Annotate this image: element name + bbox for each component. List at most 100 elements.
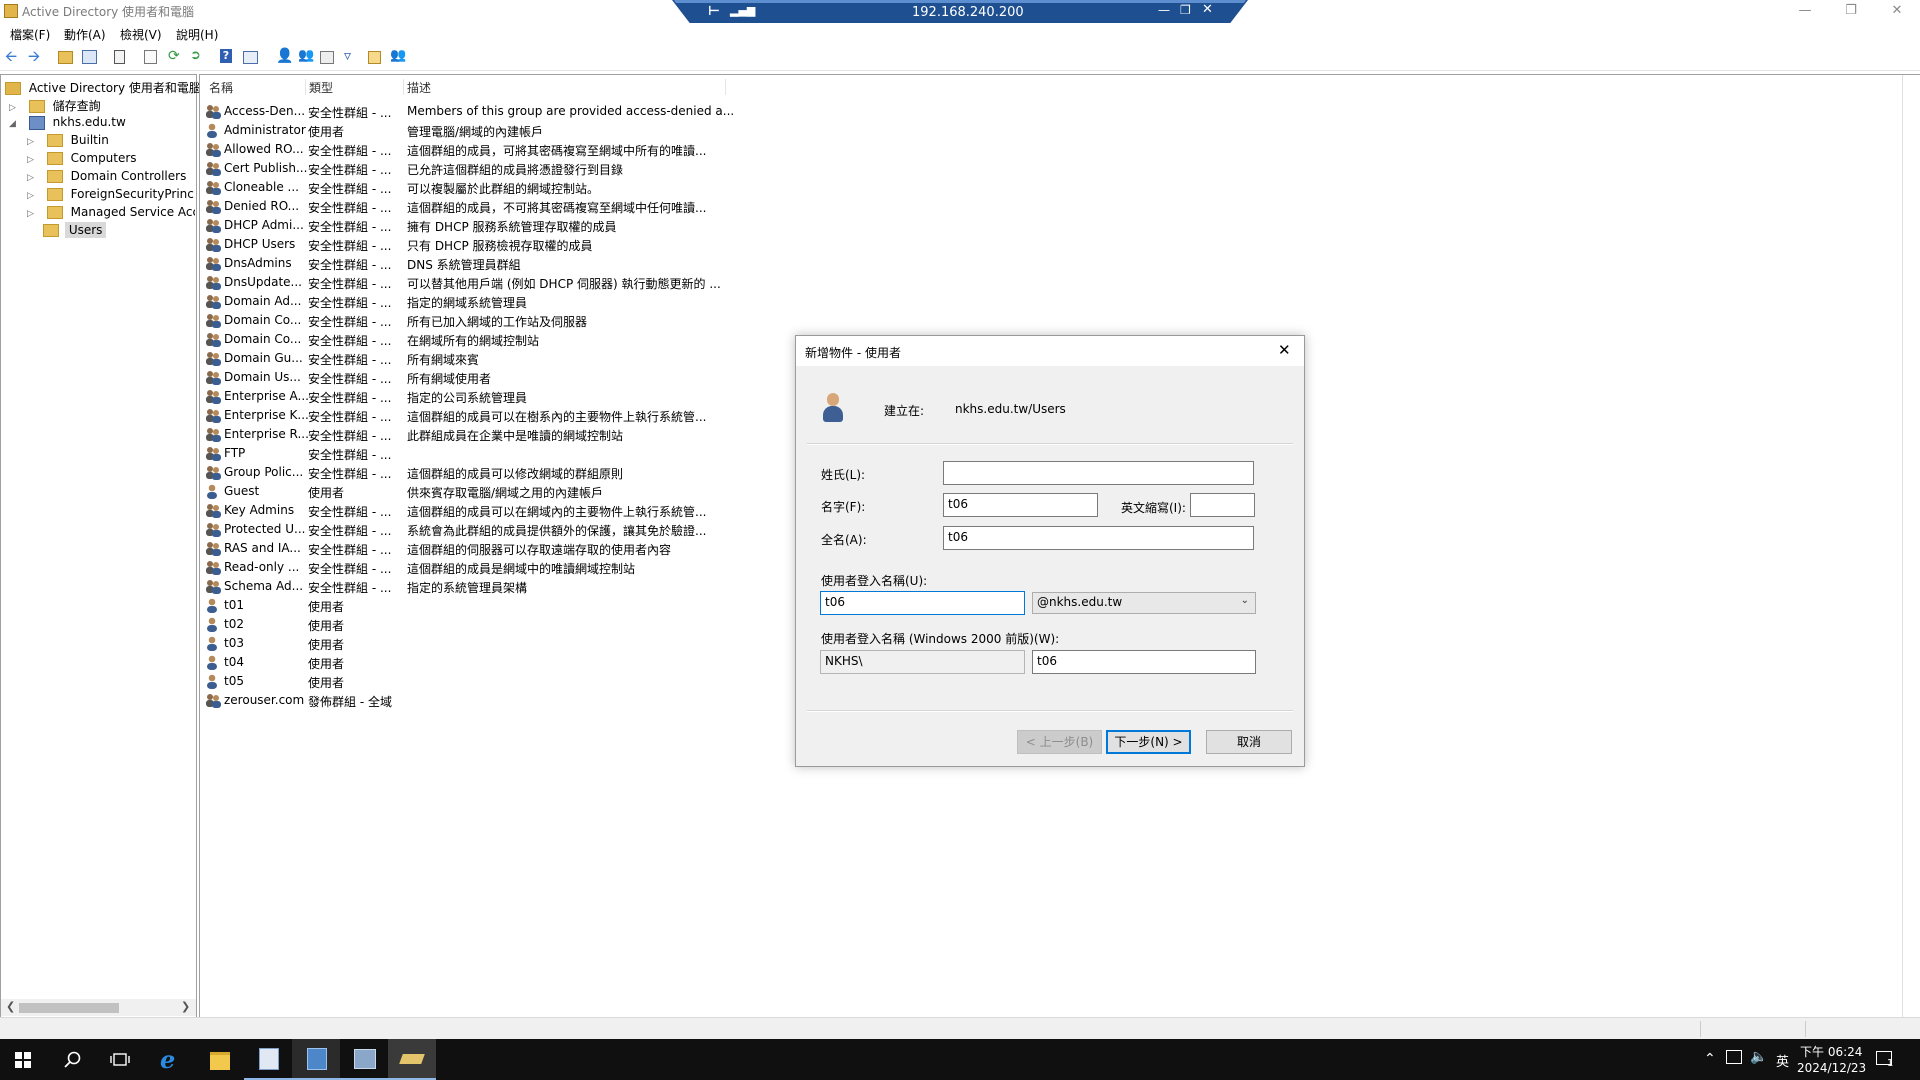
menu-action[interactable]: 動作(A) bbox=[64, 26, 106, 43]
pin-icon[interactable]: ⊢ bbox=[708, 4, 720, 19]
list-item[interactable]: Domain Ad... 安全性群組 - ... 指定的網域系統管理員 bbox=[205, 292, 765, 311]
list-item[interactable]: Allowed RO... 安全性群組 - ... 這個群組的成員，可將其密碼複寫至… bbox=[205, 140, 765, 159]
list-item[interactable]: t04 使用者 bbox=[205, 653, 765, 672]
list-item[interactable]: zerouser.com 發佈群組 - 全域 bbox=[205, 691, 765, 710]
menu-file[interactable]: 檔案(F) bbox=[10, 26, 50, 43]
next-button[interactable]: 下一步(N) > bbox=[1106, 730, 1191, 754]
ime-indicator[interactable]: 英 bbox=[1776, 1051, 1789, 1070]
taskbar-server-manager[interactable] bbox=[244, 1039, 292, 1080]
help-icon[interactable]: ? bbox=[220, 49, 232, 63]
tree-item-foreign-security-principals[interactable]: ▷ ForeignSecurityPrincipals bbox=[27, 187, 195, 205]
filter-icon[interactable]: ▿ bbox=[344, 48, 360, 64]
view-icon[interactable] bbox=[243, 51, 258, 64]
tree-root[interactable]: Active Directory 使用者和電腦 bbox=[5, 79, 201, 97]
column-header-type[interactable]: 類型 bbox=[305, 79, 404, 95]
list-item[interactable]: Administrator 使用者 管理電腦/網域的內建帳戶 bbox=[205, 121, 765, 140]
list-item[interactable]: Protected U... 安全性群組 - ... 系統會為此群組的成員提供額外的… bbox=[205, 520, 765, 539]
new-group-icon[interactable]: 👥 bbox=[298, 48, 314, 64]
search-button[interactable] bbox=[48, 1039, 96, 1080]
expand-icon[interactable]: ▷ bbox=[27, 155, 37, 165]
rdp-minimize-icon[interactable]: — bbox=[1158, 3, 1170, 17]
expand-icon[interactable]: ▷ bbox=[27, 191, 37, 201]
taskbar-rdp-app[interactable] bbox=[388, 1039, 436, 1080]
new-user-icon[interactable]: 👤 bbox=[276, 48, 293, 64]
rdp-close-icon[interactable]: ✕ bbox=[1202, 2, 1213, 17]
add-to-group-icon[interactable]: 👥 bbox=[390, 48, 406, 64]
full-name-field[interactable]: t06 bbox=[943, 526, 1254, 550]
last-name-field[interactable] bbox=[943, 461, 1254, 485]
find-icon[interactable] bbox=[368, 51, 381, 64]
network-icon[interactable] bbox=[1726, 1050, 1742, 1064]
list-item[interactable]: t03 使用者 bbox=[205, 634, 765, 653]
pre2000-logon-field[interactable]: t06 bbox=[1032, 650, 1256, 674]
list-item[interactable]: DnsAdmins 安全性群組 - ... DNS 系統管理員群組 bbox=[205, 254, 765, 273]
list-item[interactable]: FTP 安全性群組 - ... bbox=[205, 444, 765, 463]
list-item[interactable]: Domain Co... 安全性群組 - ... 所有已加入網域的工作站及伺服器 bbox=[205, 311, 765, 330]
scroll-right-icon[interactable]: ❯ bbox=[181, 1000, 190, 1013]
tree-item-users[interactable]: Users bbox=[43, 222, 107, 241]
restore-button[interactable]: ❐ bbox=[1828, 0, 1874, 22]
new-ou-icon[interactable] bbox=[320, 51, 334, 64]
list-item[interactable]: Domain Us... 安全性群組 - ... 所有網域使用者 bbox=[205, 368, 765, 387]
scrollbar-thumb[interactable] bbox=[19, 1003, 119, 1013]
list-item[interactable]: Denied RO... 安全性群組 - ... 這個群組的成員，不可將其密碼複寫至… bbox=[205, 197, 765, 216]
rdp-restore-icon[interactable]: ❐ bbox=[1180, 3, 1191, 17]
tree-item-managed-service-accounts[interactable]: ▷ Managed Service Accounts bbox=[27, 205, 195, 223]
expand-icon[interactable]: ▷ bbox=[27, 209, 37, 219]
taskbar-ad-users[interactable] bbox=[292, 1039, 340, 1080]
tree-item-domain[interactable]: ◢ nkhs.edu.tw bbox=[9, 115, 126, 133]
list-item[interactable]: Domain Co... 安全性群組 - ... 在網域所有的網域控制站 bbox=[205, 330, 765, 349]
taskbar-file-explorer[interactable] bbox=[196, 1039, 244, 1080]
column-header-name[interactable]: 名稱 bbox=[205, 79, 306, 95]
volume-icon[interactable]: 🔈 bbox=[1750, 1049, 1767, 1065]
list-item[interactable]: DHCP Admi... 安全性群組 - ... 擁有 DHCP 服務系統管理存取權… bbox=[205, 216, 765, 235]
column-header-description[interactable]: 描述 bbox=[403, 79, 726, 95]
tree-item-domain-controllers[interactable]: ▷ Domain Controllers bbox=[27, 169, 186, 187]
list-item[interactable]: Domain Gu... 安全性群組 - ... 所有網域來賓 bbox=[205, 349, 765, 368]
notification-button[interactable]: 1 bbox=[1874, 1047, 1898, 1071]
start-button[interactable] bbox=[0, 1039, 48, 1080]
clock-time[interactable]: 下午 06:24 bbox=[1800, 1043, 1862, 1060]
list-item[interactable]: Group Polic... 安全性群組 - ... 這個群組的成員可以修改網域的群… bbox=[205, 463, 765, 482]
list-item[interactable]: Access-Den... 安全性群組 - ... Members of this … bbox=[205, 102, 765, 121]
clock-date[interactable]: 2024/12/23 bbox=[1797, 1061, 1866, 1075]
list-item[interactable]: DnsUpdate... 安全性群組 - ... 可以替其他用戶端 (例如 DHCP… bbox=[205, 273, 765, 292]
expand-icon[interactable]: ▷ bbox=[9, 103, 19, 113]
tree-item-computers[interactable]: ▷ Computers bbox=[27, 151, 137, 169]
minimize-button[interactable]: — bbox=[1782, 0, 1828, 22]
cancel-button[interactable]: 取消 bbox=[1206, 730, 1292, 754]
list-item[interactable]: Read-only ... 安全性群組 - ... 這個群組的成員是網域中的唯讀網域… bbox=[205, 558, 765, 577]
list-item[interactable]: RAS and IA... 安全性群組 - ... 這個群組的伺服器可以存取遠端存取… bbox=[205, 539, 765, 558]
collapse-icon[interactable]: ◢ bbox=[9, 119, 19, 129]
expand-icon[interactable]: ▷ bbox=[27, 173, 37, 183]
list-item[interactable]: Key Admins 安全性群組 - ... 這個群組的成員可以在網域內的主要物件上… bbox=[205, 501, 765, 520]
properties-icon[interactable] bbox=[144, 50, 157, 64]
taskbar-network-app[interactable] bbox=[340, 1039, 388, 1080]
back-button[interactable]: < 上一步(B) bbox=[1017, 730, 1102, 754]
expand-icon[interactable]: ▷ bbox=[27, 137, 37, 147]
initials-field[interactable] bbox=[1190, 493, 1255, 517]
list-item[interactable]: t01 使用者 bbox=[205, 596, 765, 615]
menu-help[interactable]: 說明(H) bbox=[176, 26, 218, 43]
scroll-left-icon[interactable]: ❮ bbox=[6, 1000, 15, 1013]
list-item[interactable]: Schema Ad... 安全性群組 - ... 指定的系統管理員架構 bbox=[205, 577, 765, 596]
clipboard-icon[interactable] bbox=[114, 50, 125, 64]
export-icon[interactable]: ➲ bbox=[190, 48, 206, 64]
tree-item-saved-queries[interactable]: ▷ 儲存查詢 bbox=[9, 97, 101, 115]
list-item[interactable]: Guest 使用者 供來賓存取電腦/網域之用的內建帳戶 bbox=[205, 482, 765, 501]
list-item[interactable]: t02 使用者 bbox=[205, 615, 765, 634]
list-item[interactable]: Cloneable ... 安全性群組 - ... 可以複製屬於此群組的網域控制站。 bbox=[205, 178, 765, 197]
first-name-field[interactable]: t06 bbox=[943, 493, 1098, 517]
list-item[interactable]: t05 使用者 bbox=[205, 672, 765, 691]
up-folder-icon[interactable] bbox=[58, 51, 73, 64]
dialog-close-icon[interactable]: ✕ bbox=[1278, 341, 1291, 359]
back-icon[interactable]: 🡨 bbox=[5, 48, 21, 64]
list-item[interactable]: DHCP Users 安全性群組 - ... 只有 DHCP 服務檢視存取權的成員 bbox=[205, 235, 765, 254]
upn-suffix-select[interactable]: @nkhs.edu.tw ⌄ bbox=[1032, 592, 1256, 614]
list-item[interactable]: Enterprise K... 安全性群組 - ... 這個群組的成員可以在樹系內的… bbox=[205, 406, 765, 425]
logon-name-field[interactable]: t06 bbox=[820, 591, 1025, 615]
forward-icon[interactable]: 🡪 bbox=[28, 48, 44, 64]
menu-view[interactable]: 檢視(V) bbox=[120, 26, 162, 43]
list-item[interactable]: Enterprise A... 安全性群組 - ... 指定的公司系統管理員 bbox=[205, 387, 765, 406]
tree-item-builtin[interactable]: ▷ Builtin bbox=[27, 133, 109, 151]
